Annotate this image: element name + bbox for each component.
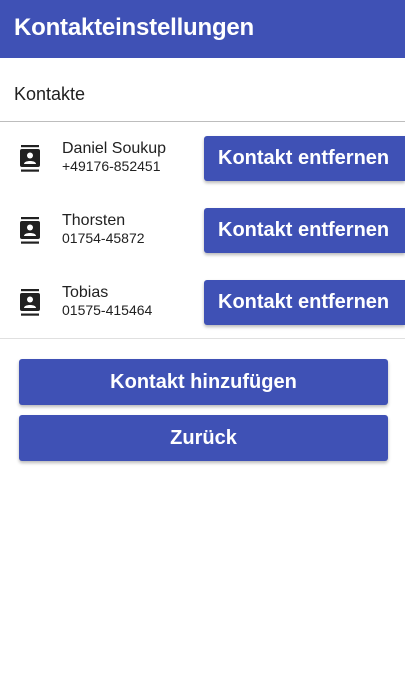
section-header: Kontakte [0, 58, 405, 122]
add-contact-button[interactable]: Kontakt hinzufügen [19, 359, 388, 405]
remove-contact-button[interactable]: Kontakt entfernen [204, 280, 405, 325]
divider [0, 338, 405, 339]
list-item: Thorsten 01754-45872 Kontakt entfernen [0, 195, 405, 267]
contact-card-icon [20, 145, 40, 172]
contact-name: Tobias [62, 284, 109, 301]
back-button[interactable]: Zurück [19, 415, 388, 461]
section-title: Kontakte [14, 84, 86, 104]
page-title: Kontakteinstellungen [14, 14, 255, 41]
contact-phone: 01754-45872 [62, 230, 145, 246]
contact-card-icon [20, 217, 40, 244]
contact-card-icon [20, 289, 40, 316]
list-item: Tobias 01575-415464 Kontakt entfernen [0, 267, 405, 339]
contact-phone: 01575-415464 [62, 302, 153, 318]
contact-text: Thorsten 01754-45872 [62, 212, 145, 247]
contact-name: Thorsten [62, 212, 126, 229]
contact-text: Daniel Soukup +49176-852451 [62, 140, 166, 175]
contact-text: Tobias 01575-415464 [62, 284, 152, 319]
app-bar: Kontakteinstellungen [0, 0, 405, 58]
remove-contact-button[interactable]: Kontakt entfernen [204, 136, 405, 181]
contact-name: Daniel Soukup [62, 140, 167, 157]
list-item: Daniel Soukup +49176-852451 Kontakt entf… [0, 123, 405, 195]
contact-phone: +49176-852451 [62, 158, 161, 174]
remove-contact-button[interactable]: Kontakt entfernen [204, 208, 405, 253]
